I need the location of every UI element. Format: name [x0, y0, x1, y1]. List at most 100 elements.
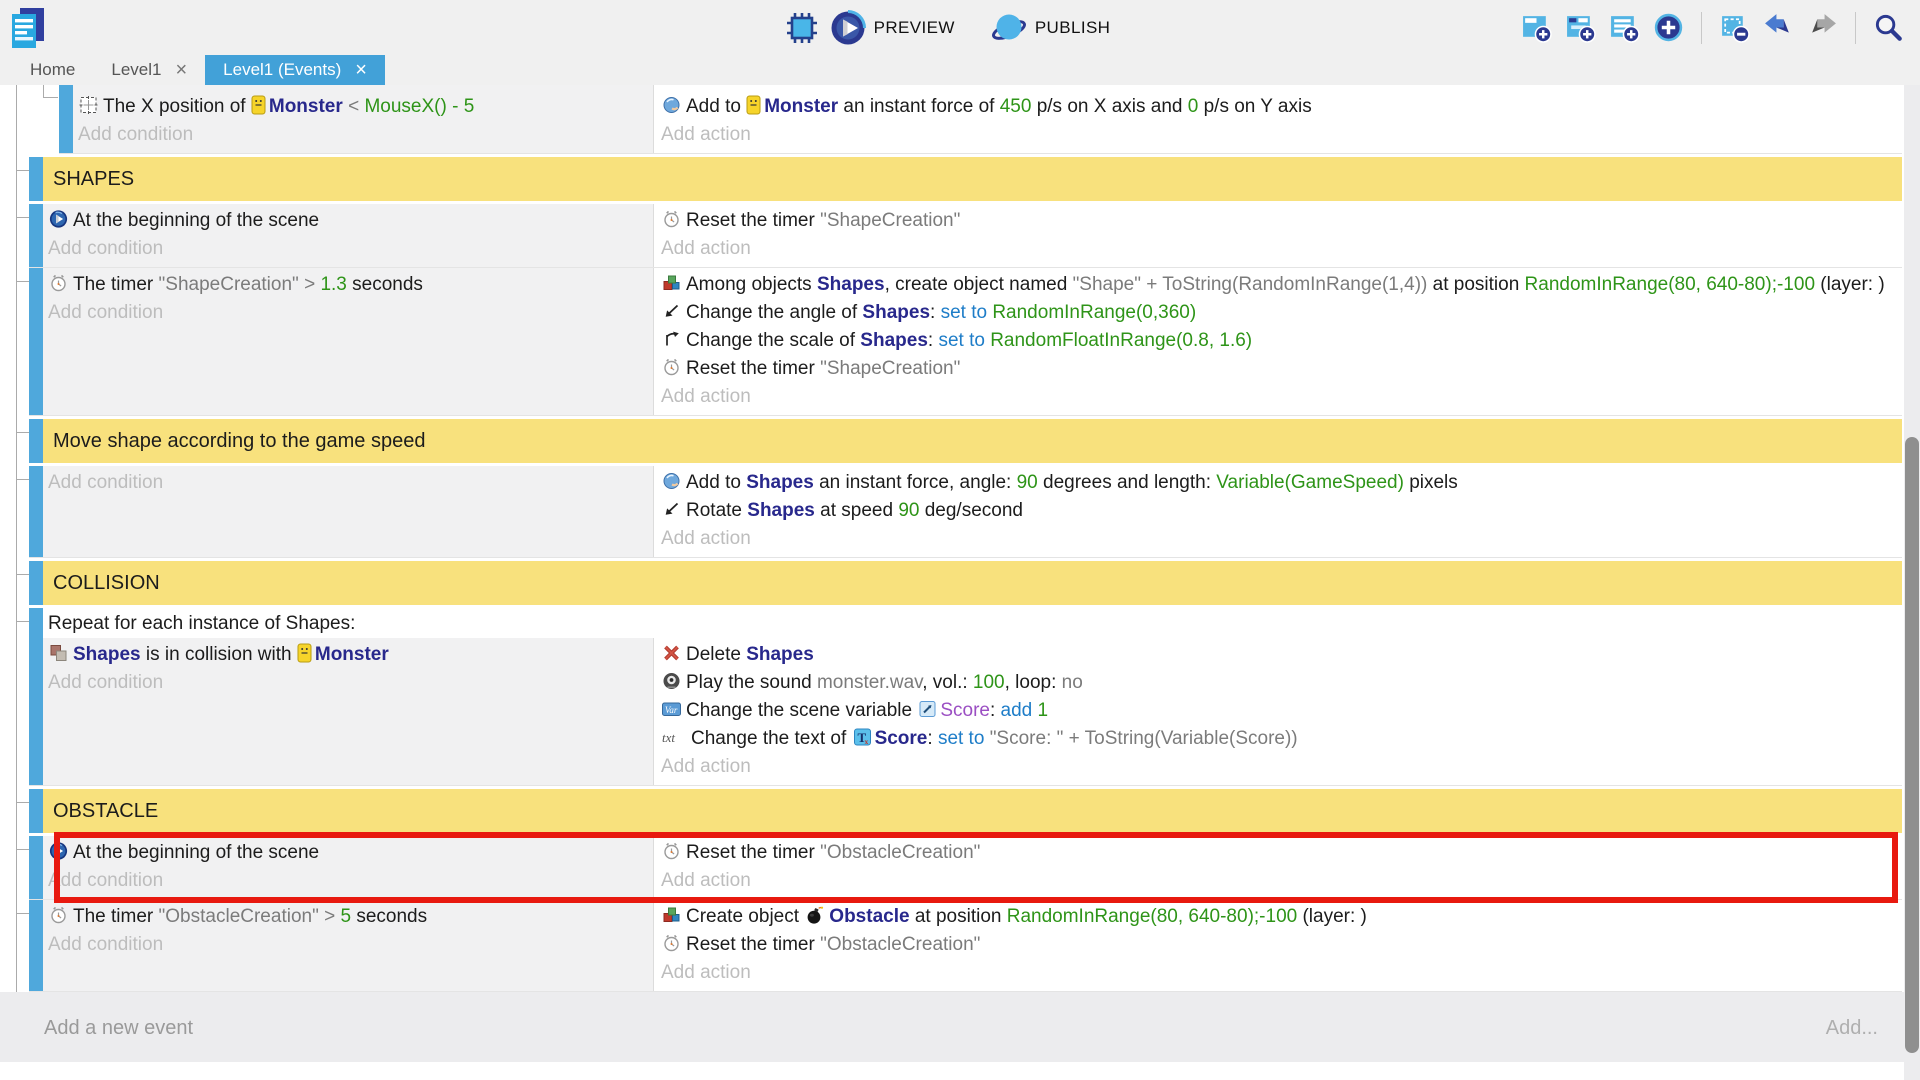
search-icon	[1873, 12, 1904, 43]
add-condition-link[interactable]: Add condition	[48, 669, 645, 697]
action-line[interactable]: txtChange the text of TxScore: set to "S…	[661, 725, 1894, 753]
action-line[interactable]: Add to Shapes an instant force, angle: 9…	[661, 469, 1894, 497]
actions-cell: Add to Shapes an instant force, angle: 9…	[653, 466, 1902, 557]
event-body: At the beginning of the sceneAdd conditi…	[43, 204, 1902, 267]
conditions-cell: At the beginning of the sceneAdd conditi…	[43, 836, 653, 899]
action-line[interactable]: Reset the timer "ShapeCreation"	[661, 207, 1894, 235]
close-icon[interactable]: ×	[175, 60, 187, 80]
timer-icon	[48, 905, 69, 925]
condition-line[interactable]: The timer "ObstacleCreation" > 5 seconds	[48, 903, 645, 931]
group-header[interactable]: SHAPES	[43, 157, 1902, 201]
text-segment: Reset the timer	[686, 934, 820, 955]
svg-text:x: x	[864, 737, 868, 746]
text-segment: is in collision with	[141, 644, 297, 665]
text-segment: set to	[938, 330, 990, 351]
tab-level1-events-[interactable]: Level1 (Events)×	[205, 55, 385, 85]
preview-label: PREVIEW	[874, 18, 955, 38]
debug-icon[interactable]	[784, 10, 820, 46]
group-header[interactable]: OBSTACLE	[43, 789, 1902, 833]
timer-icon	[661, 841, 682, 861]
add-action-link[interactable]: Add action	[661, 525, 1894, 553]
text-segment: The X position of	[103, 96, 251, 117]
add-action-link[interactable]: Add action	[661, 383, 1894, 411]
add-action-link[interactable]: Add action	[661, 235, 1894, 263]
actions-cell: Create object Obstacle at position Rando…	[653, 900, 1902, 991]
action-line[interactable]: Reset the timer "ObstacleCreation"	[661, 931, 1894, 959]
action-line[interactable]: Add to Monster an instant force of 450 p…	[661, 93, 1894, 121]
search-button[interactable]	[1873, 12, 1904, 43]
undo-button[interactable]	[1763, 12, 1794, 43]
add-condition-link[interactable]: Add condition	[48, 469, 645, 497]
action-line[interactable]: Change the angle of Shapes: set to Rando…	[661, 299, 1894, 327]
add-circle-button[interactable]	[1653, 12, 1684, 43]
add-action-link[interactable]: Add action	[661, 753, 1894, 781]
action-line[interactable]: Among objects Shapes, create object name…	[661, 271, 1894, 299]
add-new-event-link[interactable]: Add a new event	[44, 1017, 193, 1040]
event-color-bar	[29, 466, 43, 557]
condition-line[interactable]: At the beginning of the scene	[48, 839, 645, 867]
text-segment: Reset the timer	[686, 358, 820, 379]
add-subevent-button[interactable]	[1565, 12, 1596, 43]
close-icon[interactable]: ×	[355, 60, 367, 80]
group-header[interactable]: COLLISION	[43, 561, 1902, 605]
toolbar-divider	[1701, 12, 1702, 44]
add-action-link[interactable]: Add action	[661, 121, 1894, 149]
add-action-link[interactable]: Add action	[661, 867, 1894, 895]
add-event-button[interactable]	[1521, 12, 1552, 43]
text-segment: set to	[941, 302, 993, 323]
vertical-scrollbar-thumb[interactable]	[1905, 437, 1919, 1053]
remove-event-icon	[1719, 12, 1750, 43]
position-icon	[78, 95, 99, 115]
text-segment: :	[990, 700, 1001, 721]
tab-level1[interactable]: Level1 ×	[93, 55, 205, 85]
event-color-bar	[29, 204, 43, 267]
action-line[interactable]: Rotate Shapes at speed 90 deg/second	[661, 497, 1894, 525]
text-segment: Rotate	[686, 500, 747, 521]
action-line[interactable]: Reset the timer "ObstacleCreation"	[661, 839, 1894, 867]
add-condition-link[interactable]: Add condition	[48, 867, 645, 895]
action-line[interactable]: Change the scale of Shapes: set to Rando…	[661, 327, 1894, 355]
action-line[interactable]: Play the sound monster.wav, vol.: 100, l…	[661, 669, 1894, 697]
text-segment: :	[930, 302, 941, 323]
event-columns: Shapes is in collision with MonsterAdd c…	[43, 638, 1902, 785]
action-line[interactable]: Create object Obstacle at position Rando…	[661, 903, 1894, 931]
collision-icon	[48, 643, 69, 663]
add-comment-button[interactable]	[1609, 12, 1640, 43]
add-circle-icon	[1653, 12, 1684, 43]
tab-label: Level1	[111, 60, 161, 80]
text-segment: no	[1062, 672, 1083, 693]
text-segment: "ObstacleCreation"	[159, 906, 319, 927]
redo-icon	[1807, 12, 1838, 43]
text-segment: an instant force of	[838, 96, 1000, 117]
action-line[interactable]: Delete Shapes	[661, 641, 1894, 669]
event-rows: The X position of Monster < MouseX() - 5…	[0, 85, 1902, 992]
condition-line[interactable]: The timer "ShapeCreation" > 1.3 seconds	[48, 271, 645, 299]
event-color-bar	[29, 900, 43, 991]
condition-line[interactable]: The X position of Monster < MouseX() - 5	[78, 93, 645, 121]
tab-home[interactable]: Home	[12, 55, 93, 85]
condition-line[interactable]: Shapes is in collision with Monster	[48, 641, 645, 669]
text-segment: degrees and length:	[1038, 472, 1217, 493]
condition-line[interactable]: At the beginning of the scene	[48, 207, 645, 235]
conditions-cell: At the beginning of the sceneAdd conditi…	[43, 204, 653, 267]
group-header[interactable]: Move shape according to the game speed	[43, 419, 1902, 463]
add-condition-link[interactable]: Add condition	[78, 121, 645, 149]
text-segment: Reset the timer	[686, 210, 820, 231]
text-segment: , create object named	[885, 274, 1073, 295]
add-more-link[interactable]: Add...	[1826, 1017, 1878, 1040]
add-condition-link[interactable]: Add condition	[48, 235, 645, 263]
add-action-link[interactable]: Add action	[661, 959, 1894, 987]
add-condition-link[interactable]: Add condition	[48, 299, 645, 327]
publish-button[interactable]: PUBLISH	[991, 10, 1137, 46]
event-columns: The timer "ShapeCreation" > 1.3 secondsA…	[43, 268, 1902, 415]
preview-button[interactable]: PREVIEW	[830, 10, 981, 46]
remove-event-button[interactable]	[1719, 12, 1750, 43]
foreach-label[interactable]: Repeat for each instance of Shapes:	[43, 608, 1902, 638]
action-line[interactable]: Reset the timer "ShapeCreation"	[661, 355, 1894, 383]
monster-icon	[251, 95, 266, 115]
add-condition-link[interactable]: Add condition	[48, 931, 645, 959]
text-segment: Delete	[686, 644, 746, 665]
action-line[interactable]: VarChange the scene variable Score: add …	[661, 697, 1894, 725]
tab-label: Home	[30, 60, 75, 80]
redo-button[interactable]	[1807, 12, 1838, 43]
